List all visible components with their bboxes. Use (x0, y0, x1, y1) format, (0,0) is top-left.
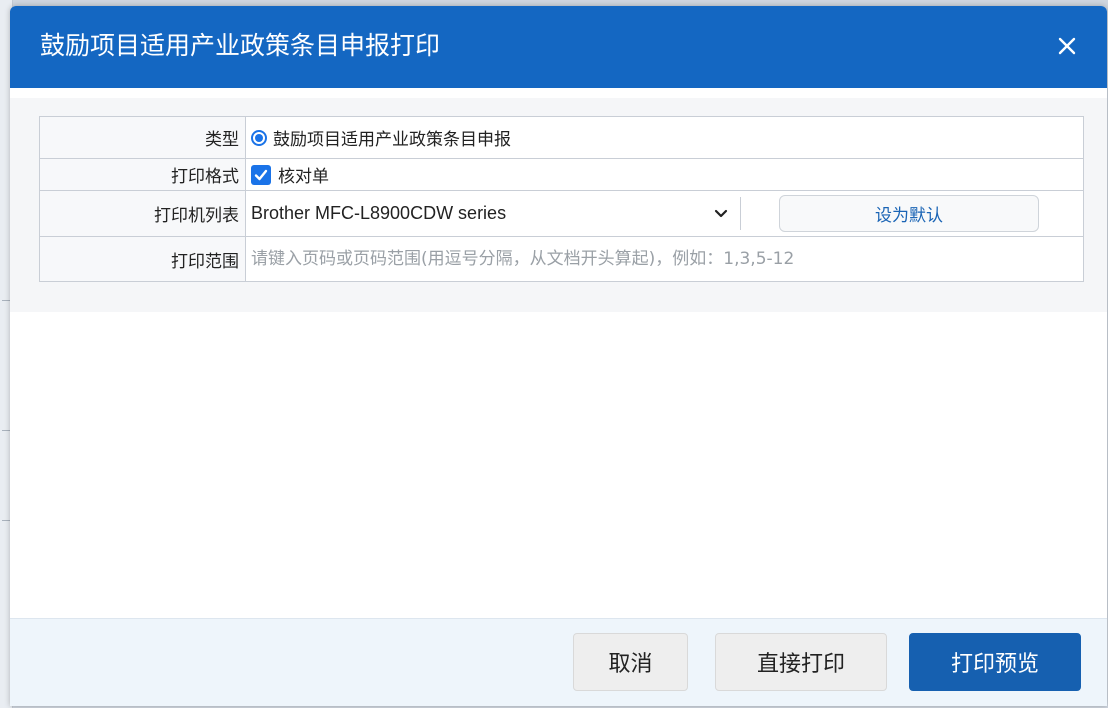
print-settings-table: 类型 鼓励项目适用产业政策条目申报 打印格式 核对单 打印机列表 Brother… (39, 116, 1084, 282)
background-divider (2, 520, 10, 521)
print-dialog: 鼓励项目适用产业政策条目申报打印 类型 鼓励项目适用产业政策条目申报 打印格式 (10, 6, 1107, 706)
format-row: 打印格式 核对单 (40, 159, 1083, 191)
chevron-down-icon (714, 206, 728, 222)
format-label: 打印格式 (40, 159, 246, 190)
printer-select-value: Brother MFC-L8900CDW series (251, 203, 507, 223)
form-panel: 类型 鼓励项目适用产业政策条目申报 打印格式 核对单 打印机列表 Brother… (10, 98, 1107, 312)
header-spacer (10, 88, 1107, 98)
range-cell (246, 237, 1083, 281)
close-icon (1058, 37, 1076, 55)
page-range-input[interactable] (251, 237, 1083, 281)
background-divider (2, 300, 10, 301)
format-option[interactable]: 核对单 (246, 159, 1083, 190)
radio-selected-icon[interactable] (251, 129, 267, 146)
close-button[interactable] (1051, 30, 1083, 62)
direct-print-button[interactable]: 直接打印 (715, 633, 887, 691)
type-option[interactable]: 鼓励项目适用产业政策条目申报 (246, 117, 1083, 158)
type-option-label: 鼓励项目适用产业政策条目申报 (273, 130, 511, 150)
background-divider (2, 430, 10, 431)
dialog-body (10, 312, 1107, 618)
dialog-footer: 取消 直接打印 打印预览 (10, 618, 1107, 706)
printer-select[interactable]: Brother MFC-L8900CDW series (251, 197, 741, 230)
range-label: 打印范围 (40, 237, 246, 281)
cancel-button[interactable]: 取消 (573, 633, 688, 691)
print-preview-button[interactable]: 打印预览 (909, 633, 1081, 691)
checkbox-checked-icon[interactable] (251, 164, 271, 185)
range-row: 打印范围 (40, 237, 1083, 281)
printer-row: 打印机列表 Brother MFC-L8900CDW series 设为默认 (40, 191, 1083, 237)
printer-cell: Brother MFC-L8900CDW series 设为默认 (246, 191, 1083, 236)
dialog-title-bar: 鼓励项目适用产业政策条目申报打印 (10, 6, 1107, 88)
set-default-button[interactable]: 设为默认 (779, 195, 1039, 232)
printer-label: 打印机列表 (40, 191, 246, 236)
type-label: 类型 (40, 117, 246, 158)
dialog-title: 鼓励项目适用产业政策条目申报打印 (40, 31, 441, 60)
format-option-label: 核对单 (278, 167, 329, 187)
type-row: 类型 鼓励项目适用产业政策条目申报 (40, 117, 1083, 159)
